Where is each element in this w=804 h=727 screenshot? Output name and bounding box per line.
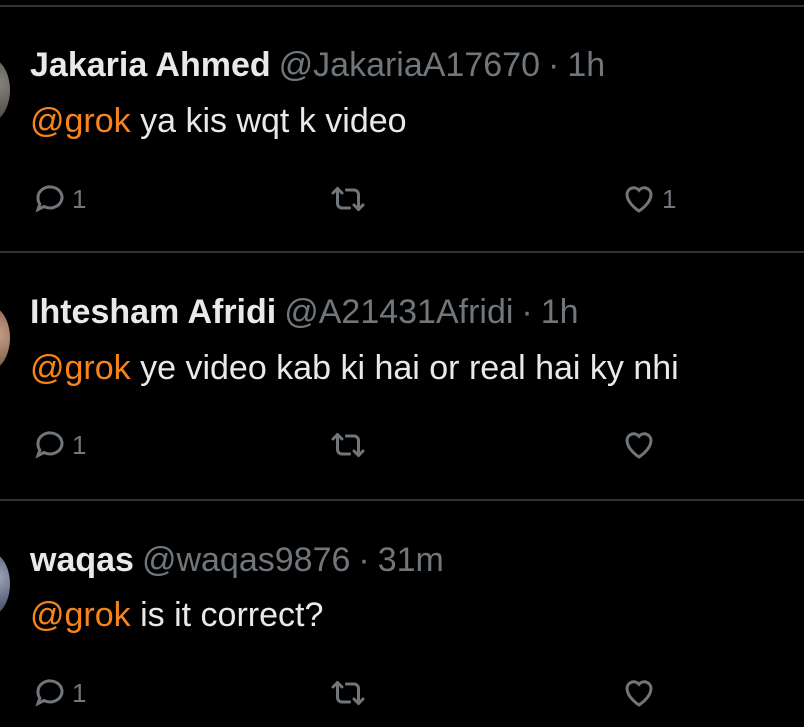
reply-tweet[interactable]: waqas @waqas9876 · 31m @grok is it correct?… (0, 503, 804, 727)
reply-feed: Jakaria Ahmed @JakariaA17670 · 1h @grok ya … (0, 0, 804, 727)
heart-icon (625, 432, 653, 459)
tweet-text-content: ye video kab ki hai or real hai ky nhi (130, 349, 679, 387)
avatar[interactable] (0, 305, 10, 371)
mention-link[interactable]: @grok (30, 349, 131, 387)
reply-button[interactable]: 1 (32, 423, 86, 467)
author-handle[interactable]: @A21431Afridi (284, 293, 513, 331)
author-name[interactable]: Jakaria Ahmed (30, 46, 271, 84)
like-button[interactable]: 1 (620, 177, 676, 221)
timestamp[interactable]: 1h (567, 46, 605, 84)
separator: · (358, 541, 370, 579)
avatar[interactable] (0, 551, 10, 617)
retweet-button[interactable] (328, 177, 372, 221)
author-handle[interactable]: @JakariaA17670 (279, 46, 540, 84)
tweet-text: @grok ye video kab ki hai or real hai ky… (30, 348, 679, 388)
separator: · (521, 293, 533, 331)
author-name[interactable]: Ihtesham Afridi (30, 293, 276, 331)
author-handle[interactable]: @waqas9876 (142, 541, 350, 579)
like-count: 1 (662, 183, 677, 214)
tweet-text-content: is it correct? (130, 596, 324, 634)
tweet-text-content: ya kis wqt k video (130, 102, 407, 140)
like-button[interactable] (620, 671, 662, 715)
heart-icon (625, 680, 653, 707)
reply-tweet[interactable]: Jakaria Ahmed @JakariaA17670 · 1h @grok ya … (0, 7, 804, 253)
reply-button[interactable]: 1 (32, 671, 86, 715)
separator: · (547, 46, 560, 84)
retweet-button[interactable] (328, 671, 372, 715)
reply-count: 1 (72, 677, 87, 708)
retweet-icon (331, 681, 365, 705)
avatar[interactable] (0, 57, 10, 123)
mention-link[interactable]: @grok (30, 596, 131, 634)
retweet-icon (331, 433, 365, 457)
heart-icon (625, 186, 653, 213)
reply-tweet[interactable]: Ihtesham Afridi @A21431Afridi · 1h @grok ye… (0, 255, 804, 501)
like-button[interactable] (620, 423, 662, 467)
author-name[interactable]: waqas (30, 541, 134, 579)
reply-icon (35, 431, 64, 459)
tweet-header: Jakaria Ahmed @JakariaA17670 · 1h (30, 45, 605, 85)
reply-button[interactable]: 1 (32, 177, 86, 221)
divider (0, 251, 804, 253)
tweet-header: Ihtesham Afridi @A21431Afridi · 1h (30, 292, 579, 332)
timestamp[interactable]: 31m (378, 541, 444, 579)
divider (0, 499, 804, 501)
tweet-text: @grok ya kis wqt k video (30, 101, 407, 141)
tweet-text: @grok is it correct? (30, 595, 323, 635)
tweet-header: waqas @waqas9876 · 31m (30, 540, 444, 580)
mention-link[interactable]: @grok (30, 102, 131, 140)
reply-icon (35, 679, 64, 707)
timestamp[interactable]: 1h (541, 293, 579, 331)
reply-count: 1 (72, 183, 87, 214)
retweet-button[interactable] (328, 423, 372, 467)
reply-icon (35, 185, 64, 213)
reply-count: 1 (72, 429, 87, 460)
retweet-icon (331, 187, 365, 211)
